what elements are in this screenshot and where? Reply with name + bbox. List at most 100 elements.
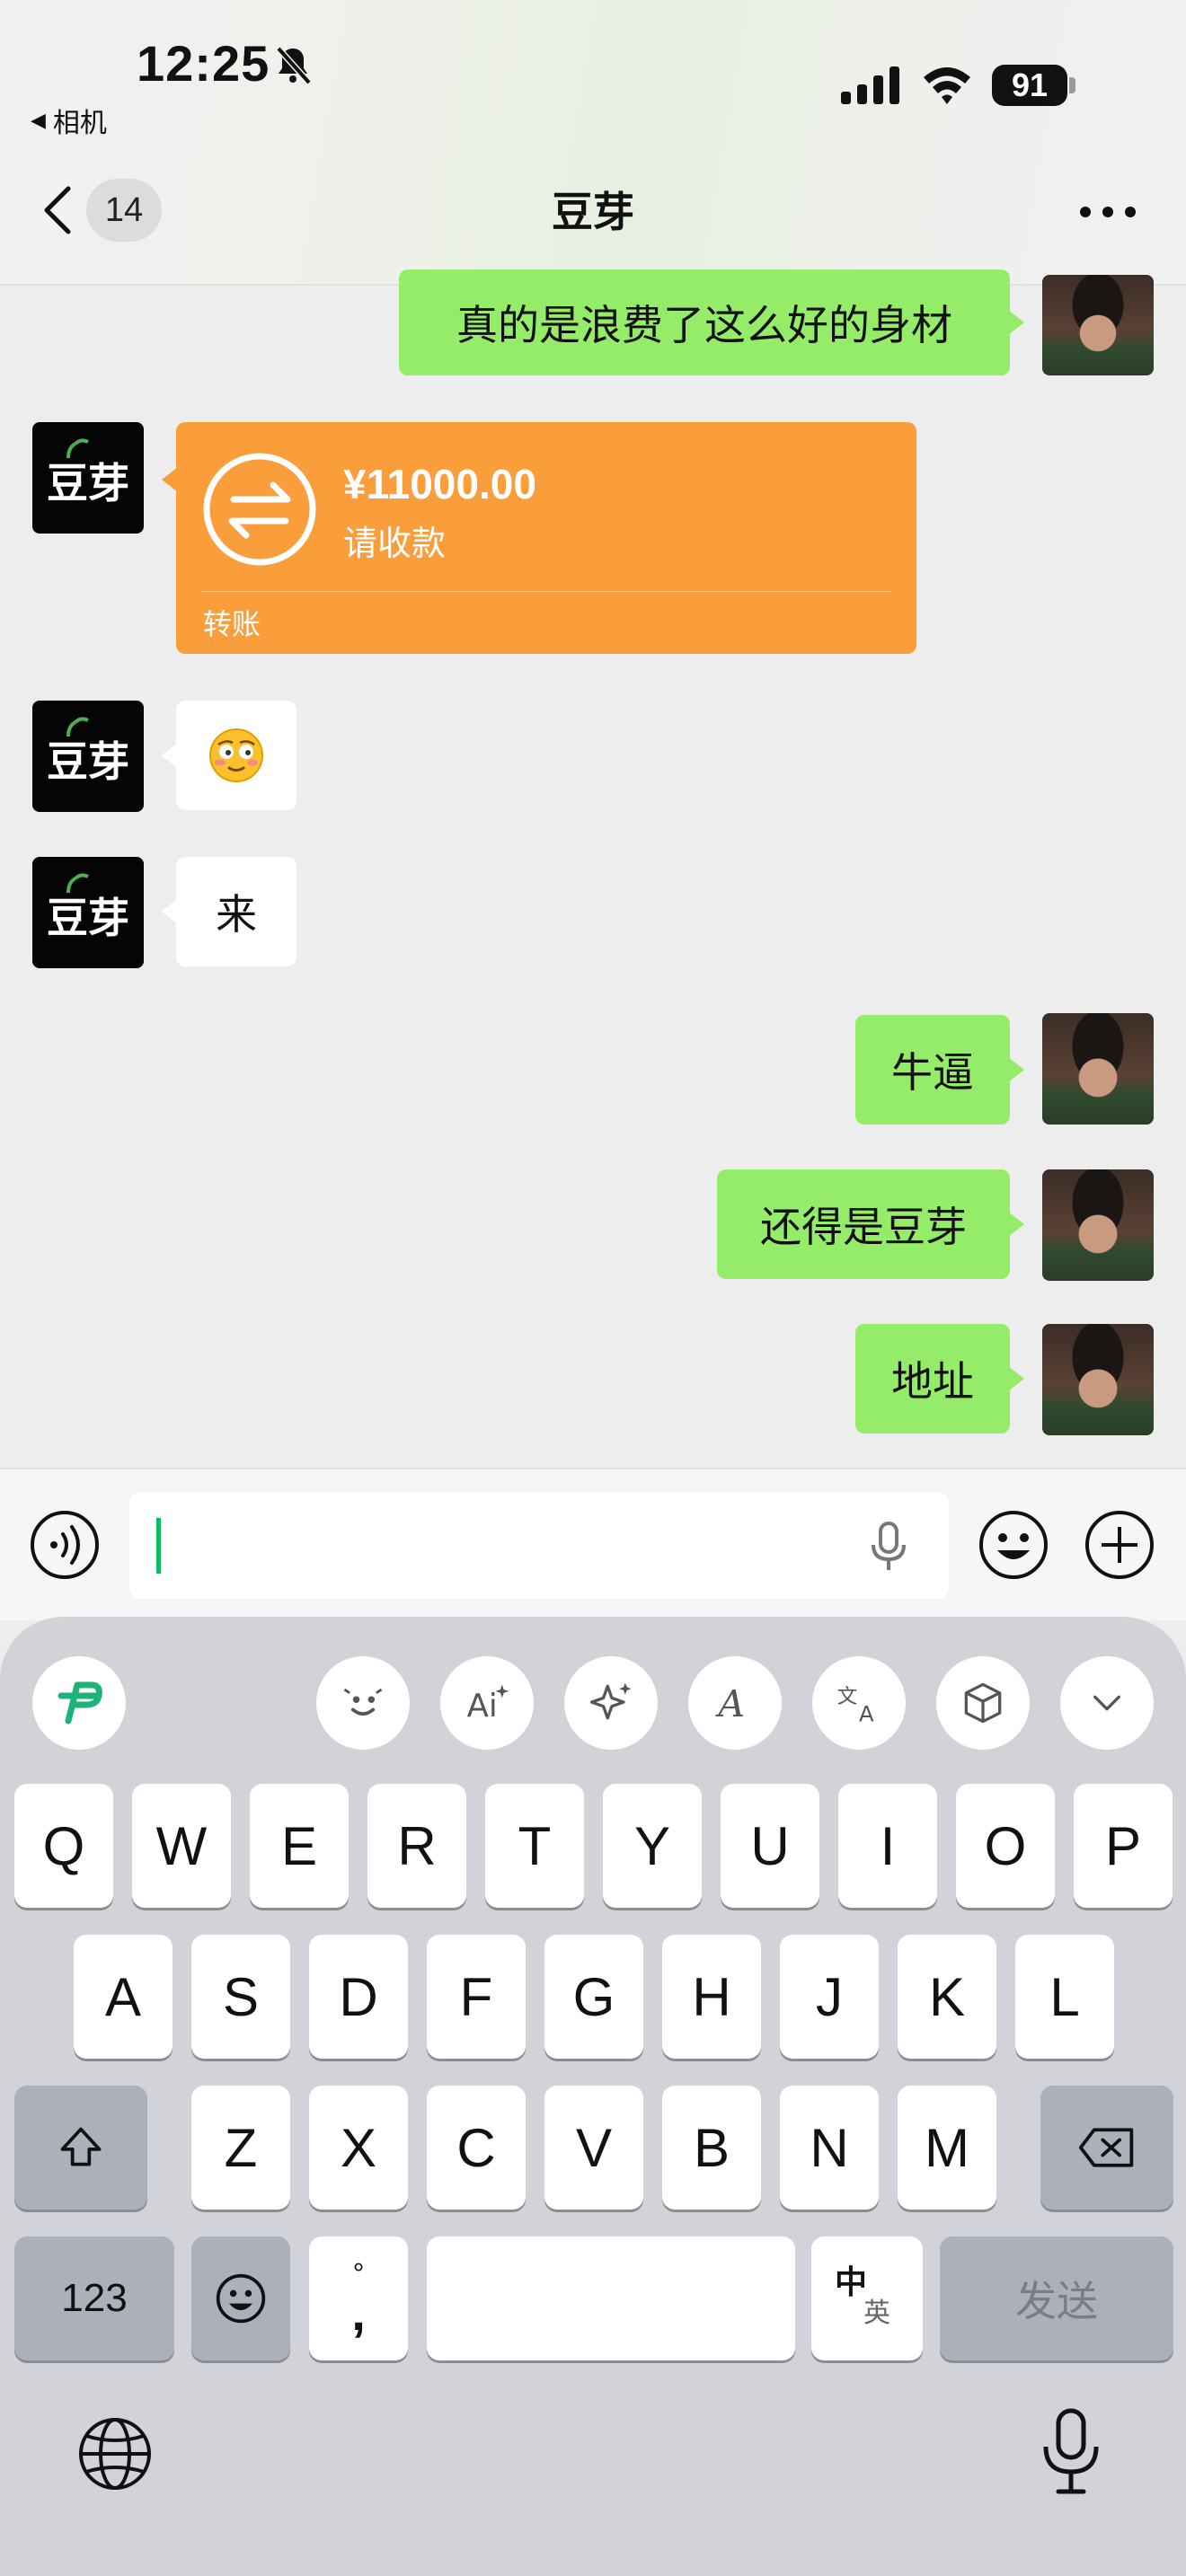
delete-key[interactable] — [1040, 2086, 1173, 2210]
key-q[interactable]: Q — [14, 1784, 113, 1908]
key-v[interactable]: V — [544, 2086, 643, 2210]
bell-muted-icon — [276, 46, 312, 85]
emoji-picker-icon[interactable] — [978, 1509, 1049, 1581]
message-input[interactable] — [129, 1493, 949, 1599]
sparkle-button[interactable] — [564, 1656, 658, 1750]
emoji-face-icon — [343, 1688, 383, 1716]
message-text: 地址 — [891, 1357, 974, 1406]
punct-bottom-label: , — [351, 2284, 366, 2341]
svg-text:A: A — [714, 1682, 745, 1725]
key-u[interactable]: U — [721, 1784, 819, 1908]
key-w[interactable]: W — [132, 1784, 231, 1908]
key-g[interactable]: G — [544, 1935, 643, 2059]
top-bar: 12:25 ◀ 相机 91 14 豆芽 — [0, 0, 1186, 286]
key-t[interactable]: T — [485, 1784, 584, 1908]
battery-indicator: 91 — [992, 65, 1067, 106]
message-bubble-received[interactable] — [162, 701, 296, 810]
key-j[interactable]: J — [780, 1935, 879, 2059]
svg-text:文: 文 — [837, 1685, 857, 1708]
avatar-douya[interactable]: 豆芽 — [32, 422, 144, 534]
key-a[interactable]: A — [74, 1935, 173, 2059]
text-caret — [156, 1518, 161, 1574]
keyboard-logo-button[interactable] — [32, 1656, 126, 1750]
language-switch-key[interactable]: 中 英 — [811, 2236, 923, 2360]
transfer-divider — [201, 591, 891, 592]
voice-input-icon[interactable] — [29, 1509, 101, 1581]
message-bubble-sent[interactable]: 还得是豆芽 — [717, 1169, 1024, 1279]
transfer-status: 请收款 — [343, 524, 447, 563]
emoji-face-button[interactable] — [316, 1656, 410, 1750]
translate-icon: 文 A — [837, 1685, 874, 1727]
douya-logo-icon: 豆芽 — [47, 438, 129, 507]
avatar-me[interactable] — [1042, 1013, 1154, 1125]
key-r[interactable]: R — [367, 1784, 466, 1908]
cube-button[interactable] — [936, 1656, 1030, 1750]
cellular-signal-icon — [841, 66, 899, 104]
more-options-icon[interactable] — [1078, 205, 1137, 219]
chat-input-bar — [0, 1468, 1186, 1620]
key-h[interactable]: H — [662, 1935, 761, 2059]
key-i[interactable]: I — [838, 1784, 937, 1908]
back-to-app[interactable]: ◀ 相机 — [31, 101, 107, 140]
douya-logo-icon: 豆芽 — [47, 873, 129, 942]
send-key[interactable]: 发送 — [940, 2236, 1173, 2360]
key-l[interactable]: L — [1015, 1935, 1114, 2059]
keyboard-toolbar: Ai A 文 A — [0, 1617, 1186, 1778]
key-b[interactable]: B — [662, 2086, 761, 2210]
emoji-key[interactable] — [191, 2236, 290, 2360]
transfer-card[interactable]: ¥11000.00 请收款 转账 — [162, 422, 916, 654]
key-d[interactable]: D — [309, 1935, 408, 2059]
key-m[interactable]: M — [898, 2086, 996, 2210]
ai-button[interactable]: Ai — [440, 1656, 534, 1750]
shift-icon — [60, 2127, 102, 2166]
transfer-arrows-icon — [203, 453, 316, 566]
key-s[interactable]: S — [191, 1935, 290, 2059]
avatar-me[interactable] — [1042, 1324, 1154, 1435]
key-k[interactable]: K — [898, 1935, 996, 2059]
flushed-face-emoji-icon — [209, 728, 263, 782]
dictation-microphone-icon[interactable] — [1040, 2407, 1102, 2497]
key-y[interactable]: Y — [603, 1784, 702, 1908]
message-text: 还得是豆芽 — [760, 1203, 967, 1251]
translate-button[interactable]: 文 A — [812, 1656, 906, 1750]
message-bubble-received[interactable]: 来 — [162, 857, 296, 966]
globe-icon[interactable] — [77, 2416, 153, 2492]
key-p[interactable]: P — [1074, 1784, 1173, 1908]
message-bubble-sent[interactable]: 地址 — [855, 1324, 1024, 1434]
cube-icon — [964, 1682, 1002, 1724]
backspace-icon — [1078, 2128, 1134, 2167]
avatar-douya[interactable]: 豆芽 — [32, 701, 144, 812]
avatar-me[interactable] — [1042, 275, 1154, 375]
space-key[interactable] — [427, 2236, 795, 2360]
svg-text:A: A — [859, 1701, 874, 1727]
key-f[interactable]: F — [427, 1935, 526, 2059]
douya-logo-icon: 豆芽 — [47, 717, 129, 786]
collapse-toolbar-button[interactable] — [1060, 1656, 1154, 1750]
add-more-icon[interactable] — [1084, 1509, 1155, 1581]
chat-title: 豆芽 — [552, 188, 634, 236]
message-bubble-sent[interactable]: 牛逼 — [855, 1015, 1024, 1125]
avatar-douya[interactable]: 豆芽 — [32, 857, 144, 968]
key-o[interactable]: O — [956, 1784, 1055, 1908]
status-time: 12:25 — [137, 35, 270, 92]
script-a-icon: A — [714, 1682, 745, 1725]
message-bubble-sent[interactable]: 真的是浪费了这么好的身材 — [399, 269, 1024, 375]
lang-alt: 英 — [863, 2298, 890, 2328]
key-x[interactable]: X — [309, 2086, 408, 2210]
svg-text:豆芽: 豆芽 — [47, 737, 129, 786]
key-z[interactable]: Z — [191, 2086, 290, 2210]
ai-icon: Ai — [467, 1684, 509, 1725]
avatar-me[interactable] — [1042, 1169, 1154, 1281]
microphone-icon[interactable] — [866, 1520, 911, 1574]
punctuation-key[interactable]: ° , — [309, 2236, 408, 2360]
shift-key[interactable] — [14, 2086, 147, 2210]
handwriting-button[interactable]: A — [688, 1656, 782, 1750]
keyboard: Ai A 文 A Q W E R T Y U I O P A S D F G H… — [0, 1617, 1186, 2576]
key-e[interactable]: E — [250, 1784, 349, 1908]
chevron-down-icon — [1093, 1695, 1120, 1711]
key-c[interactable]: C — [427, 2086, 526, 2210]
back-triangle-icon: ◀ — [31, 109, 46, 132]
key-n[interactable]: N — [780, 2086, 879, 2210]
numbers-key[interactable]: 123 — [14, 2236, 174, 2360]
back-app-label: 相机 — [52, 108, 107, 139]
